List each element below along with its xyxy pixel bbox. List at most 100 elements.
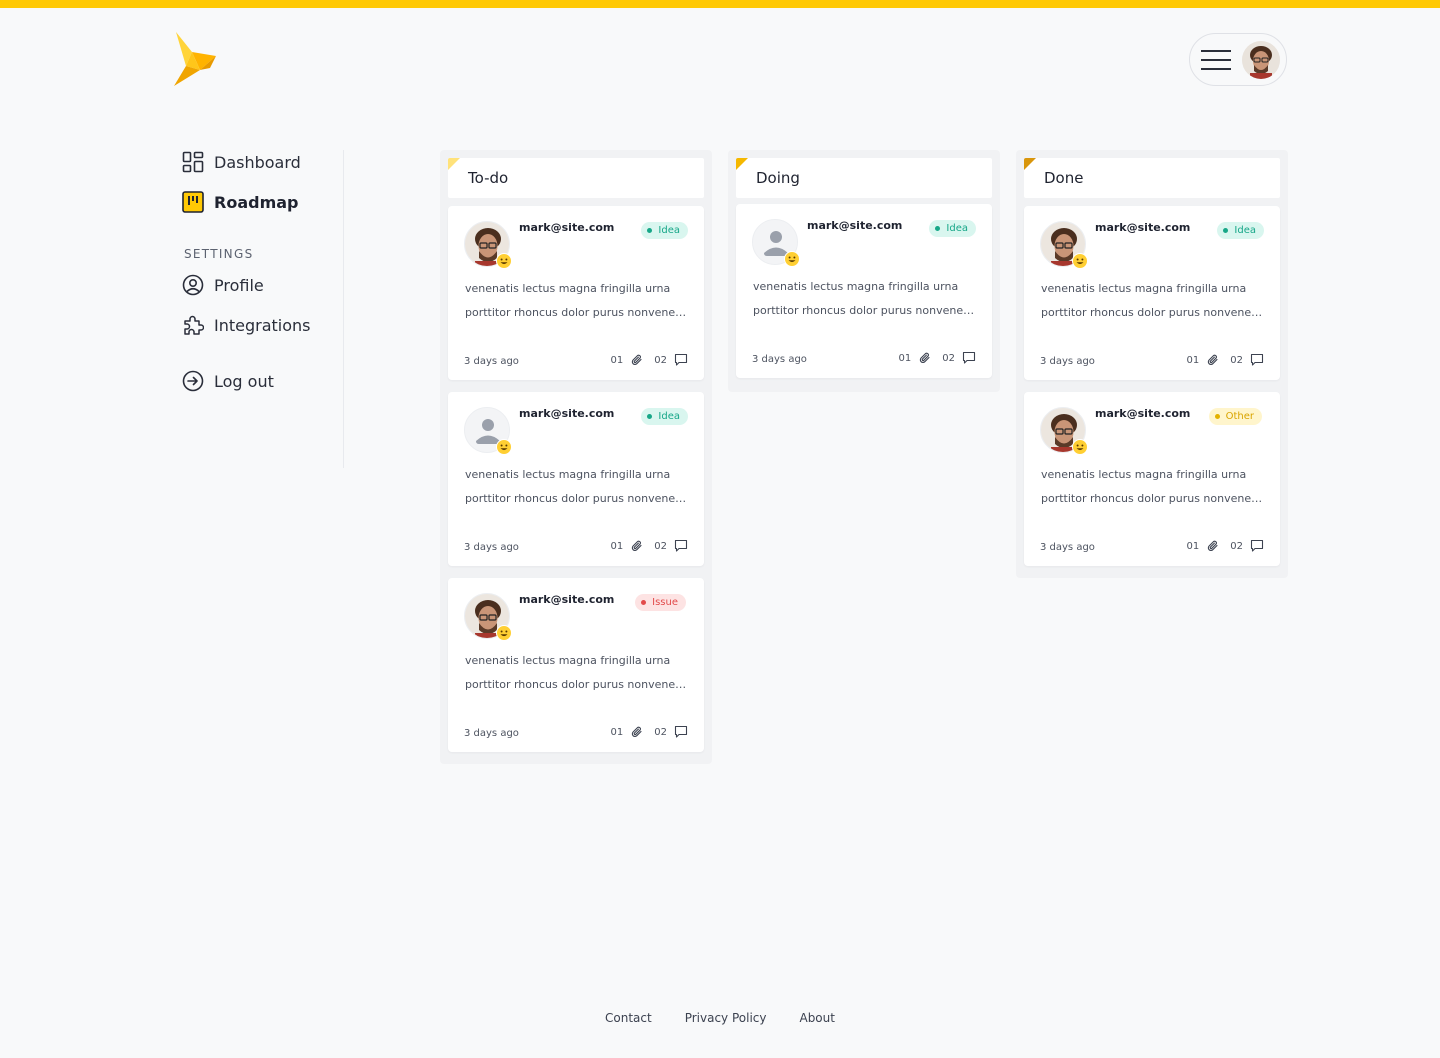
comment-icon[interactable] (674, 539, 688, 553)
comment-icon[interactable] (674, 725, 688, 739)
tag-badge: Idea (929, 220, 976, 237)
card-timestamp: 3 days ago (464, 542, 519, 553)
card-description-line: porttitor rhoncus dolor purus nonvenenat… (465, 306, 687, 319)
card-author-email: mark@site.com (1095, 221, 1191, 234)
footer: Contact Privacy Policy About (0, 1011, 1440, 1025)
card-timestamp: 3 days ago (1040, 542, 1095, 553)
card-description-line: venenatis lectus magna fringilla urna (1041, 282, 1247, 295)
sidebar-item-label: Dashboard (214, 152, 301, 172)
comment-count: 02 (654, 354, 667, 366)
smiley-emoji-icon (784, 251, 800, 267)
tag-badge: Idea (641, 408, 688, 425)
board-column: Done mark@site.com Idea venenatis lectus ma… (1016, 150, 1288, 578)
card-author-email: mark@site.com (519, 593, 615, 606)
column-title: To-do (468, 169, 509, 187)
sidebar-item-label: Log out (214, 371, 274, 391)
sidebar-item-label: Profile (214, 275, 264, 295)
tag-label: Idea (946, 223, 968, 234)
tag-dot (647, 228, 653, 233)
footer-link-contact[interactable]: Contact (605, 1011, 652, 1025)
card-description-line: venenatis lectus magna fringilla urna (465, 468, 671, 481)
card-author[interactable] (464, 593, 512, 641)
card-meta: 01 02 (1187, 539, 1264, 553)
card-author-email: mark@site.com (807, 219, 903, 232)
comment-icon[interactable] (962, 351, 976, 365)
user-avatar[interactable] (1242, 40, 1280, 79)
card-timestamp: 3 days ago (1040, 356, 1095, 367)
tag-badge: Issue (635, 594, 686, 611)
attachment-count: 01 (1186, 540, 1200, 552)
paperclip-icon[interactable] (630, 353, 644, 367)
paperclip-icon[interactable] (630, 539, 644, 553)
grid-icon (182, 151, 204, 173)
card-description-line: venenatis lectus magna fringilla urna (753, 280, 959, 293)
footer-link-about[interactable]: About (799, 1011, 834, 1025)
paperclip-icon[interactable] (1206, 539, 1220, 553)
card-timestamp: 3 days ago (464, 356, 519, 367)
card-author[interactable] (1040, 407, 1088, 455)
paperclip-icon[interactable] (1206, 353, 1220, 367)
sidebar-item-roadmap[interactable]: Roadmap (182, 191, 298, 213)
hamburger-icon[interactable] (1200, 48, 1232, 72)
attachment-count: 01 (898, 352, 912, 364)
settings-section-label: SETTINGS (184, 247, 254, 261)
card-description-line: porttitor rhoncus dolor purus nonvenenat… (1041, 492, 1263, 505)
smiley-emoji-icon (1072, 253, 1088, 269)
tag-label: Idea (658, 225, 680, 236)
top-accent-bar (0, 0, 1440, 8)
tag-label: Issue (652, 597, 678, 608)
roadmap-card[interactable]: mark@site.com Idea venenatis lectus magna … (448, 206, 704, 380)
tag-badge: Other (1208, 408, 1262, 425)
roadmap-card[interactable]: mark@site.com Issue venenatis lectus magna… (448, 578, 704, 752)
card-description-line: porttitor rhoncus dolor purus nonvenenat… (465, 678, 687, 691)
attachment-count: 01 (610, 726, 624, 738)
comment-count: 02 (1230, 354, 1243, 366)
card-meta: 01 02 (611, 725, 688, 739)
tag-dot (1214, 414, 1220, 419)
card-timestamp: 3 days ago (464, 728, 519, 739)
board-column: Doing mark@site.com Idea venenatis lectus m… (728, 150, 1000, 392)
column-header: To-do (448, 158, 704, 198)
card-meta: 01 02 (611, 539, 688, 553)
card-description-line: porttitor rhoncus dolor purus nonvenenat… (753, 304, 975, 317)
user-menu-pill[interactable] (1189, 33, 1287, 86)
card-meta: 01 02 (899, 351, 976, 365)
roadmap-card[interactable]: mark@site.com Other venenatis lectus magna… (1024, 392, 1280, 566)
footer-link-privacy-policy[interactable]: Privacy Policy (685, 1011, 767, 1025)
comment-icon[interactable] (1250, 353, 1264, 367)
paperclip-icon[interactable] (918, 351, 932, 365)
sidebar-item-integrations[interactable]: Integrations (182, 314, 311, 336)
sidebar-item-dashboard[interactable]: Dashboard (182, 151, 301, 173)
comment-icon[interactable] (674, 353, 688, 367)
sidebar-item-profile[interactable]: Profile (182, 274, 264, 296)
card-author[interactable] (464, 407, 512, 455)
logout-icon (182, 370, 204, 392)
roadmap-icon (182, 191, 204, 213)
sidebar-item-label: Integrations (214, 315, 311, 335)
puzzle-icon (184, 315, 204, 335)
card-description-line: venenatis lectus magna fringilla urna (1041, 468, 1247, 481)
card-author[interactable] (1040, 221, 1088, 269)
card-author[interactable] (752, 219, 800, 267)
logout-button[interactable]: Log out (182, 370, 274, 392)
sidebar: Dashboard Roadmap SETTINGS Profile Integ… (182, 150, 344, 468)
column-title: Doing (756, 169, 800, 187)
attachment-count: 01 (610, 354, 624, 366)
roadmap-card[interactable]: mark@site.com Idea venenatis lectus magna … (1024, 206, 1280, 380)
card-description-line: porttitor rhoncus dolor purus nonvenenat… (1041, 306, 1263, 319)
card-author-email: mark@site.com (519, 407, 615, 420)
smiley-emoji-icon (496, 625, 512, 641)
card-author[interactable] (464, 221, 512, 269)
tag-badge: Idea (641, 222, 688, 239)
sidebar-item-label: Roadmap (214, 192, 299, 212)
bird-logo[interactable] (170, 30, 220, 88)
roadmap-card[interactable]: mark@site.com Idea venenatis lectus magna … (448, 392, 704, 566)
attachment-count: 01 (1186, 354, 1200, 366)
paperclip-icon[interactable] (630, 725, 644, 739)
card-description-line: venenatis lectus magna fringilla urna (465, 654, 671, 667)
roadmap-card[interactable]: mark@site.com Idea venenatis lectus magna … (736, 204, 992, 378)
comment-icon[interactable] (1250, 539, 1264, 553)
tag-label: Idea (1234, 225, 1256, 236)
column-header: Done (1024, 158, 1280, 198)
card-meta: 01 02 (611, 353, 688, 367)
